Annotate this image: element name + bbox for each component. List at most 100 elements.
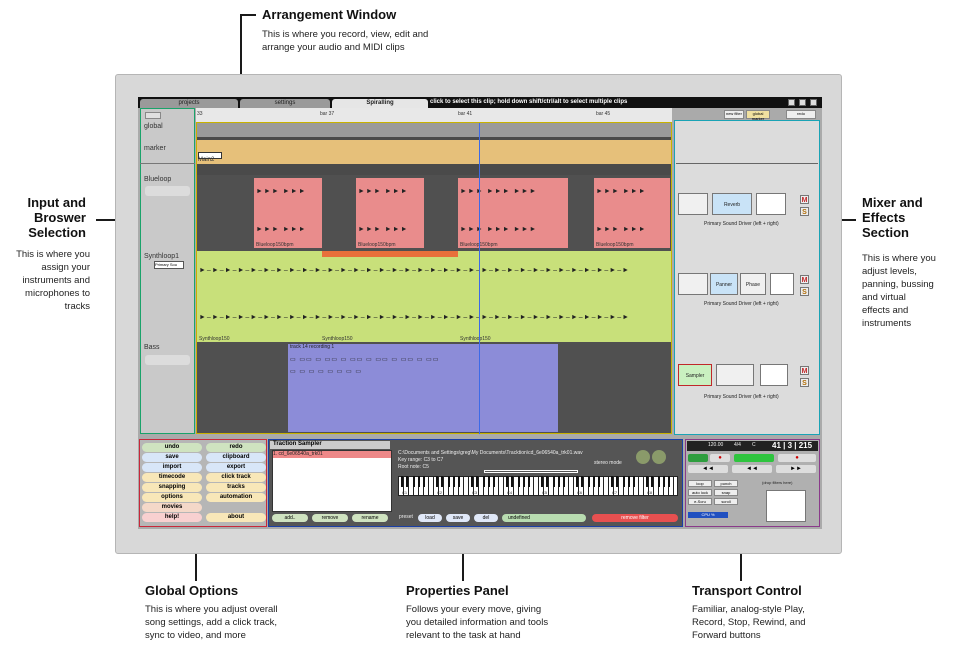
stop-icon[interactable] — [734, 454, 774, 462]
solo-button[interactable]: S — [800, 207, 809, 216]
plugin-reverb[interactable]: Reverb — [712, 193, 752, 215]
global-option-click-track-button[interactable]: click track — [206, 473, 266, 482]
new-filter-button[interactable]: new filter — [724, 110, 744, 119]
global-option-automation-button[interactable]: automation — [206, 493, 266, 502]
fader[interactable] — [760, 364, 788, 386]
global-option-export-button[interactable]: export — [206, 463, 266, 472]
global-option-help--button[interactable]: help! — [142, 513, 202, 522]
stereo-mode-label: stereo mode — [594, 460, 622, 466]
forward-icon[interactable]: ►► — [776, 465, 816, 473]
mute-button[interactable]: M — [800, 195, 809, 204]
delete-preset-button[interactable]: del — [474, 514, 498, 522]
global-option-save-button[interactable]: save — [142, 453, 202, 462]
fader[interactable] — [756, 193, 786, 215]
maximize-icon[interactable] — [799, 99, 806, 106]
global-option-options-button[interactable]: options — [142, 493, 202, 502]
mixer-annotation-text: This is where you adjust levels, panning, … — [862, 253, 936, 329]
key-range-bar[interactable] — [484, 470, 578, 473]
load-preset-button[interactable]: load — [418, 514, 442, 522]
input-selector[interactable] — [145, 355, 190, 365]
track-name-bass[interactable]: Bass — [144, 344, 160, 351]
skip-back-icon[interactable]: ◄◄ — [688, 465, 728, 473]
global-marker-button[interactable]: global marker — [746, 110, 770, 121]
mute-button[interactable]: M — [800, 366, 809, 375]
remove-button[interactable]: remove — [312, 514, 348, 522]
expand-icon[interactable] — [145, 112, 161, 119]
status-hint: click to select this clip; hold down shi… — [430, 99, 628, 105]
clip-selection-bar[interactable] — [322, 251, 458, 257]
add-button[interactable]: add.. — [272, 514, 308, 522]
redo-top-button[interactable]: redo — [786, 110, 816, 119]
key-label: C1 — [402, 490, 408, 495]
track-name-marker[interactable]: marker — [144, 145, 166, 152]
global-option-timecode-button[interactable]: timecode — [142, 473, 202, 482]
global-option-clipboard-button[interactable]: clipboard — [206, 453, 266, 462]
tab-projects[interactable]: projects — [140, 99, 238, 108]
synth-input-mini[interactable]: Primary Sou — [154, 261, 184, 269]
tab-project-spiralling[interactable]: Spiralling — [332, 99, 428, 108]
properties-annotation-text: Follows your every move, giving you detai… — [406, 604, 549, 641]
pan-knob-icon[interactable] — [652, 450, 666, 464]
transport-annotation-title: Transport Control — [692, 583, 802, 598]
list-item[interactable]: 1. cd_6e06540a_trk01 — [273, 451, 391, 458]
key-label: C2 — [437, 490, 443, 495]
drop-filters-label: (drop filters here) — [762, 480, 793, 485]
plugin-volume[interactable] — [678, 193, 708, 215]
save-preset-button[interactable]: save — [446, 514, 470, 522]
marker-label: Main2 — [198, 157, 215, 163]
plugin-phase[interactable]: Phase — [740, 273, 766, 295]
gain-knob-icon[interactable] — [636, 450, 650, 464]
plugin-panner[interactable]: Panner — [710, 273, 738, 295]
key-range: Key range: C3 to C7 — [398, 457, 444, 463]
rename-button[interactable]: rename — [352, 514, 388, 522]
driver-label: Primary Sound Driver (left + right) — [704, 301, 779, 307]
transport-toggle-scroll[interactable]: scroll — [714, 498, 738, 505]
solo-button[interactable]: S — [800, 378, 809, 387]
plugin-sampler[interactable]: Sampler — [678, 364, 712, 386]
remove-filter-button[interactable]: remove filter — [592, 514, 678, 522]
global-option-movies-button[interactable]: movies — [142, 503, 202, 512]
solo-button[interactable]: S — [800, 287, 809, 296]
tab-settings[interactable]: settings — [240, 99, 330, 108]
global-option-snapping-button[interactable]: snapping — [142, 483, 202, 492]
playhead[interactable] — [479, 123, 480, 434]
track-name-synthloop1[interactable]: Synthloop1 — [144, 253, 179, 260]
minimize-icon[interactable] — [788, 99, 795, 106]
mute-button[interactable]: M — [800, 275, 809, 284]
global-option-tracks-button[interactable]: tracks — [206, 483, 266, 492]
arrangement-annotation-text-2: arrange your audio and MIDI clips — [262, 42, 405, 53]
rewind-icon[interactable]: ◄◄ — [732, 465, 772, 473]
transport-toggle-e-scru[interactable]: e-Scru — [688, 498, 712, 505]
key-readout: C — [752, 442, 756, 448]
transport-toggle-punch[interactable]: punch — [714, 480, 738, 487]
ruler-tick: bar 41 — [458, 111, 473, 117]
record-arm-icon[interactable]: ● — [778, 454, 816, 462]
global-option-undo-button[interactable]: undo — [142, 443, 202, 452]
arrangement-annotation-text-1: This is where you record, view, edit and — [262, 29, 429, 40]
transport-toggle-auto-lock[interactable]: auto lock — [688, 489, 712, 496]
marker-lane[interactable] — [197, 140, 671, 164]
plugin-volume[interactable] — [678, 273, 708, 295]
global-option-about-button[interactable]: about — [206, 513, 266, 522]
fader[interactable] — [770, 273, 794, 295]
plugin-volume[interactable] — [716, 364, 754, 386]
transport-toggle-loop[interactable]: loop — [688, 480, 712, 487]
play-icon[interactable] — [688, 454, 708, 462]
sample-list[interactable] — [272, 450, 392, 512]
master-fader[interactable] — [766, 490, 806, 522]
transport-toggle-snap[interactable]: snap — [714, 489, 738, 496]
preset-label: preset — [399, 514, 413, 520]
record-icon[interactable]: ● — [710, 454, 730, 462]
clip-synthloop[interactable] — [197, 251, 671, 342]
preset-select[interactable]: undefined — [502, 514, 586, 522]
track-name-global[interactable]: global — [144, 123, 163, 130]
driver-label: Primary Sound Driver (left + right) — [704, 394, 779, 400]
close-icon[interactable] — [810, 99, 817, 106]
global-option-redo-button[interactable]: redo — [206, 443, 266, 452]
global-option-import-button[interactable]: import — [142, 463, 202, 472]
track-list-panel — [140, 108, 195, 434]
input-selector[interactable] — [145, 186, 190, 196]
track-name-blueloop[interactable]: Blueloop — [144, 176, 171, 183]
clip-label: track 14 recording 1 — [290, 344, 335, 350]
tempo-readout: 120.00 — [708, 442, 724, 448]
